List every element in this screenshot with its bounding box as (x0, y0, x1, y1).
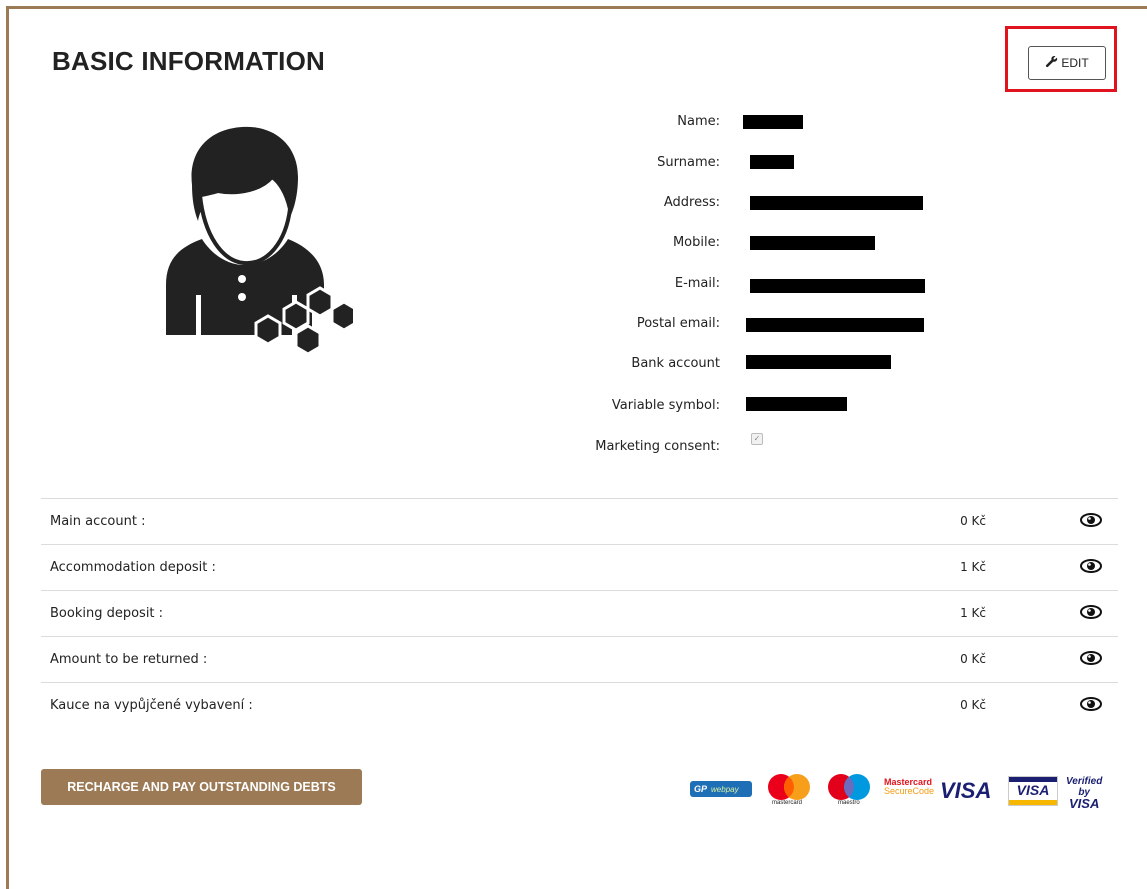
eye-icon[interactable] (1080, 559, 1102, 577)
eye-icon[interactable] (1080, 697, 1102, 715)
account-amount: 0 Kč (960, 698, 986, 712)
account-name: Booking deposit : (50, 606, 164, 621)
redacted-surname-value (750, 155, 794, 169)
field-label-variable-symbol: Variable symbol: (611, 398, 720, 413)
account-amount: 0 Kč (960, 652, 986, 666)
account-row: Kauce na vypůjčené vybavení : 0 Kč (41, 682, 1118, 728)
account-amount: 0 Kč (960, 514, 986, 528)
visa-logo: VISA (940, 778, 992, 803)
mastercard-logo: mastercard (762, 772, 816, 812)
wrench-icon (1045, 55, 1058, 71)
gp-webpay-logo: GP webpay (690, 781, 752, 797)
verified-by-visa-logo: Verified by VISA (1066, 776, 1103, 811)
redacted-name-value (743, 115, 803, 129)
redacted-postal-email-value (746, 318, 924, 332)
edit-button-label: EDIT (1061, 56, 1089, 70)
maestro-logo: maestro (822, 772, 876, 812)
account-row: Accommodation deposit : 1 Kč (41, 544, 1118, 590)
avatar (158, 125, 358, 365)
mastercard-securecode-logo: Mastercard SecureCode (884, 777, 935, 796)
account-row: Main account : 0 Kč (41, 498, 1118, 544)
page-title: BASIC INFORMATION (52, 46, 326, 76)
account-name: Accommodation deposit : (50, 560, 216, 575)
account-amount: 1 Kč (960, 560, 986, 574)
account-amount: 1 Kč (960, 606, 986, 620)
redacted-variable-symbol-value (746, 397, 847, 411)
account-row: Amount to be returned : 0 Kč (41, 636, 1118, 682)
account-name: Kauce na vypůjčené vybavení : (50, 698, 253, 713)
field-label-address: Address: (663, 195, 720, 210)
field-label-bank-account: Bank account (631, 356, 720, 371)
edit-button[interactable]: EDIT (1028, 46, 1106, 80)
eye-icon[interactable] (1080, 651, 1102, 669)
accounts-table: Main account : 0 Kč Accommodation deposi… (41, 498, 1118, 728)
visa-card-logo: VISA (1008, 776, 1058, 806)
field-label-marketing-consent: Marketing consent: (595, 439, 720, 454)
redacted-address-value (750, 196, 923, 210)
marketing-consent-checkbox[interactable]: ✓ (751, 433, 763, 445)
field-label-email: E-mail: (674, 276, 720, 291)
redacted-bank-account-value (746, 355, 891, 369)
field-label-name: Name: (677, 114, 720, 129)
redacted-mobile-value (750, 236, 875, 250)
account-name: Main account : (50, 514, 146, 529)
eye-icon[interactable] (1080, 605, 1102, 623)
field-label-mobile: Mobile: (672, 235, 720, 250)
account-name: Amount to be returned : (50, 652, 208, 667)
redacted-email-value (750, 279, 925, 293)
recharge-button[interactable]: RECHARGE AND PAY OUTSTANDING DEBTS (41, 769, 362, 805)
account-row: Booking deposit : 1 Kč (41, 590, 1118, 636)
field-label-surname: Surname: (657, 155, 720, 170)
eye-icon[interactable] (1080, 513, 1102, 531)
field-label-postal-email: Postal email: (636, 316, 720, 331)
